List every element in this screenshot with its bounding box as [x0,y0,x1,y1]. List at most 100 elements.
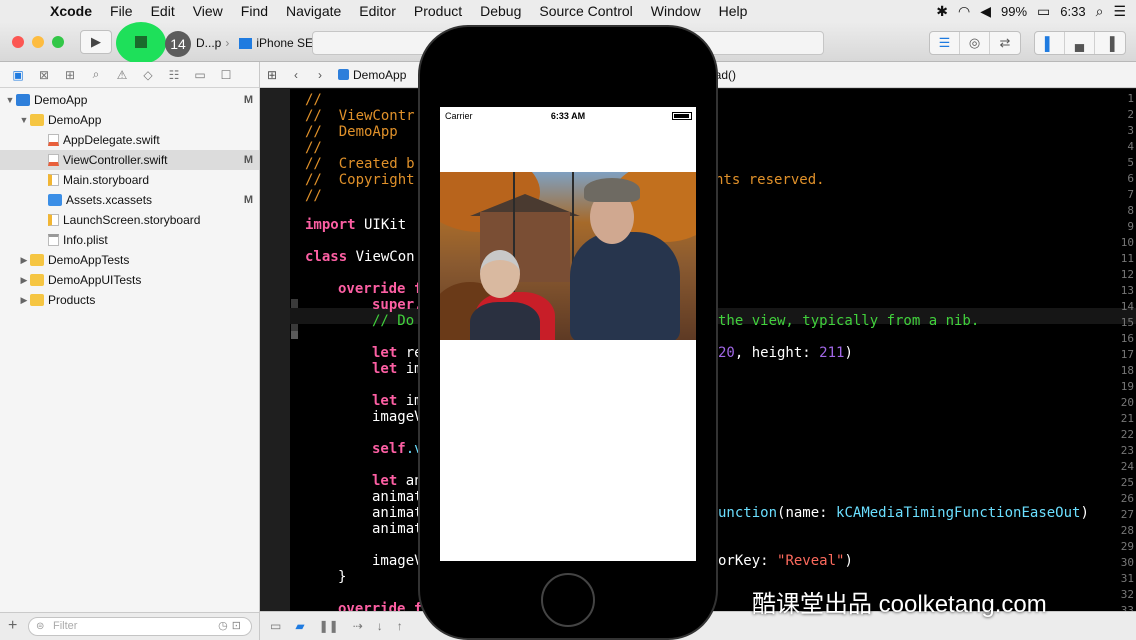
minimize-window-button[interactable] [32,36,44,48]
menu-product[interactable]: Product [405,3,471,19]
disclosure-closed-icon[interactable]: ▶ [18,275,30,286]
tree-label: Products [48,293,96,307]
run-button[interactable]: ▶ [80,30,112,54]
breakpoints-toggle-icon[interactable]: ▰ [295,619,304,633]
disclosure-closed-icon[interactable]: ▶ [18,295,30,306]
pause-icon[interactable]: ❚❚ [319,619,339,633]
find-navigator-icon[interactable]: ⌕ [86,67,106,82]
tree-row-group[interactable]: ▶ Products [0,290,259,310]
add-file-icon[interactable]: + [8,617,17,635]
tree-row-group[interactable]: ▶ DemoAppTests [0,250,259,270]
menu-help[interactable]: Help [710,3,757,19]
battery-percent[interactable]: 99% [1001,4,1027,19]
tree-row-file[interactable]: AppDelegate.swift [0,130,259,150]
issue-navigator-icon[interactable]: ⚠ [112,68,132,82]
step-out-icon[interactable]: ↑ [397,619,403,633]
tree-label: Main.storyboard [63,173,150,187]
identifier: (name: [777,505,837,521]
menu-app-name[interactable]: Xcode [44,3,101,19]
notification-center-icon[interactable]: ☰ [1113,3,1126,20]
breadcrumb-project[interactable]: DemoApp [353,68,406,82]
report-navigator-icon[interactable]: ☐ [216,68,236,82]
volume-icon[interactable]: ◀ [980,3,991,20]
device-name[interactable]: iPhone SE [256,36,313,50]
project-navigator-icon[interactable]: ▣ [8,68,28,82]
toggle-utilities-icon[interactable]: ▐ [1095,32,1125,54]
disclosure-closed-icon[interactable]: ▶ [18,255,30,266]
watermark-text: 酷课堂出品 coolketang.com [752,591,1047,618]
stop-button[interactable] [135,36,147,48]
forward-icon[interactable]: › [308,68,332,82]
toggle-navigator-icon[interactable]: ▌ [1035,32,1065,54]
home-button[interactable] [541,573,595,627]
storyboard-file-icon [48,174,59,186]
tree-row-file-selected[interactable]: ViewController.swift M [0,150,259,170]
tree-row-file[interactable]: Main.storyboard [0,170,259,190]
code-line-15: // Do [372,313,415,329]
disclosure-open-icon[interactable]: ▼ [18,115,30,125]
recent-filter-icon[interactable]: ◷⊡ [218,618,245,635]
menu-view[interactable]: View [184,3,232,19]
source-control-navigator-icon[interactable]: ⊠ [34,68,54,82]
hide-debug-area-icon[interactable]: ▭ [270,619,281,633]
menu-navigate[interactable]: Navigate [277,3,350,19]
close-window-button[interactable] [12,36,24,48]
keyword: override [338,281,406,297]
menu-bar: Xcode File Edit View Find Navigate Edito… [0,0,1136,22]
bluetooth-icon[interactable]: ✱ [936,3,948,20]
menu-file[interactable]: File [101,3,142,19]
symbol-navigator-icon[interactable]: ⊞ [60,68,80,82]
woman-head [480,250,520,298]
tree-row-file[interactable]: Assets.xcassets M [0,190,259,210]
number-literal: 211 [819,345,845,361]
zoom-window-button[interactable] [52,36,64,48]
back-icon[interactable]: ‹ [284,68,308,82]
toggle-debug-area-icon[interactable]: ▄ [1065,32,1095,54]
scheme-selector[interactable]: D...p › iPhone SE [188,31,313,55]
tree-row-file[interactable]: LaunchScreen.storyboard [0,210,259,230]
tree-row-file[interactable]: Info.plist [0,230,259,250]
step-over-icon[interactable]: ⇢ [353,619,363,633]
navigator-tabs: ▣ ⊠ ⊞ ⌕ ⚠ ◇ ☷ ▭ ☐ [0,62,259,88]
tree-row-project[interactable]: ▼ DemoApp M [0,90,259,110]
menu-edit[interactable]: Edit [142,3,184,19]
tree-row-group[interactable]: ▼ DemoApp [0,110,259,130]
disclosure-open-icon[interactable]: ▼ [4,95,16,105]
test-navigator-icon[interactable]: ◇ [138,68,158,82]
menu-debug[interactable]: Debug [471,3,530,19]
menu-window[interactable]: Window [642,3,710,19]
line-number: 7 [1127,188,1134,201]
menu-editor[interactable]: Editor [350,3,405,19]
code-line-2: // ViewContr [305,108,415,124]
tree-label: AppDelegate.swift [63,133,160,147]
tree-label: Info.plist [63,233,108,247]
menu-source-control[interactable]: Source Control [530,3,641,19]
breakpoint-navigator-icon[interactable]: ▭ [190,68,210,82]
filter-input[interactable]: ⊜ Filter ◷⊡ [28,617,252,636]
editor-mode-group: ☰ ◎ ⇄ [929,31,1021,55]
line-number: 31 [1120,572,1134,585]
related-items-icon[interactable]: ⊞ [260,68,284,82]
version-editor-icon[interactable]: ⇄ [990,32,1020,54]
menu-find[interactable]: Find [232,3,277,19]
plist-file-icon [48,234,59,246]
assistant-editor-icon[interactable]: ◎ [960,32,990,54]
debug-navigator-icon[interactable]: ☷ [164,68,184,82]
punctuation: ) [844,553,853,569]
wifi-icon[interactable]: ◠ [958,3,970,20]
line-number: 28 [1120,524,1134,537]
clock[interactable]: 6:33 [1060,4,1085,19]
step-into-icon[interactable]: ↓ [377,619,383,633]
breadcrumb[interactable]: DemoApp [338,68,406,82]
simulator-screen[interactable]: Carrier 6:33 AM [440,107,696,561]
swift-file-icon [48,154,59,166]
spotlight-icon[interactable]: ⌕ [1096,3,1104,20]
tree-row-group[interactable]: ▶ DemoAppUITests [0,270,259,290]
scheme-name[interactable]: D...p [196,36,221,50]
code-line-28: animat [372,521,423,537]
man-flat-cap [584,178,640,202]
play-icon: ▶ [91,34,101,49]
code-line-27-tail: unction(name: kCAMediaTimingFunctionEase… [718,505,1089,521]
line-number: 11 [1120,252,1134,265]
standard-editor-icon[interactable]: ☰ [930,32,960,54]
